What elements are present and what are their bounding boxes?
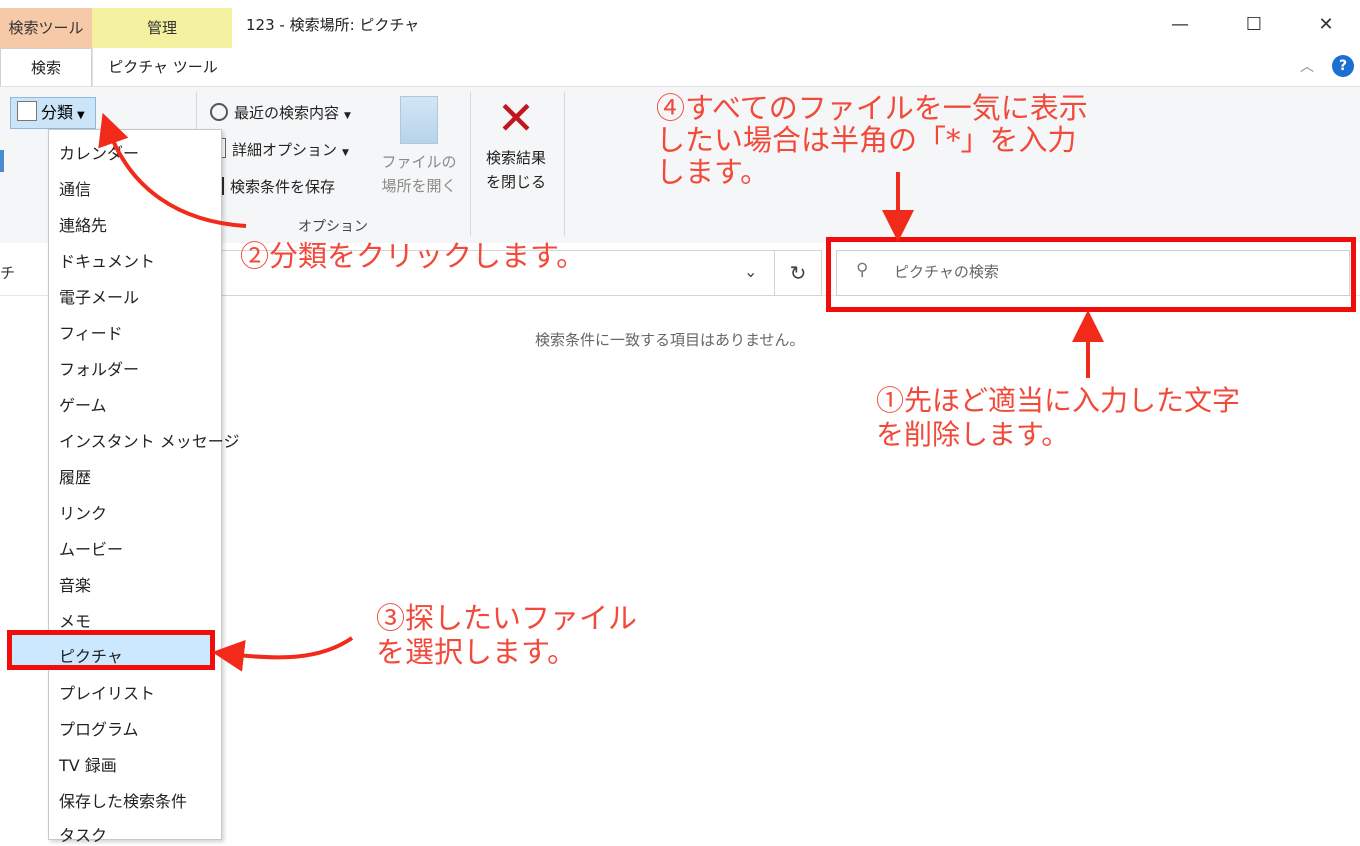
arrow-to-pictures <box>212 636 354 672</box>
arrow-to-classification <box>98 112 247 228</box>
annotation-arrows <box>98 112 1104 672</box>
